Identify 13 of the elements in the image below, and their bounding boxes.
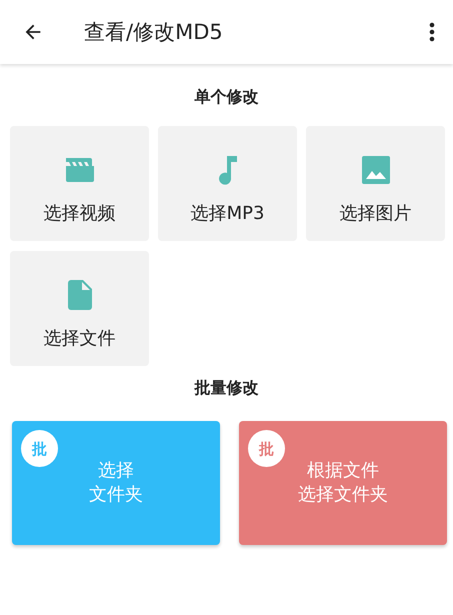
batch-badge: 批 — [248, 430, 285, 467]
image-icon — [362, 154, 390, 184]
picker-tile[interactable]: 选择视频 — [10, 126, 149, 241]
picker-tile[interactable]: 选择文件 — [10, 251, 149, 366]
picker-tile[interactable]: 选择MP3 — [158, 126, 297, 241]
more-options-icon[interactable] — [429, 22, 435, 42]
screen-title: 查看/修改MD5 — [84, 19, 224, 46]
section-heading: 批量修改 — [193, 378, 260, 399]
batch-badge: 批 — [21, 430, 58, 467]
picker-tile[interactable]: 选择图片 — [306, 126, 445, 241]
document-icon — [68, 280, 92, 310]
music-note-icon — [218, 154, 236, 184]
section-heading: 单个修改 — [194, 87, 260, 108]
